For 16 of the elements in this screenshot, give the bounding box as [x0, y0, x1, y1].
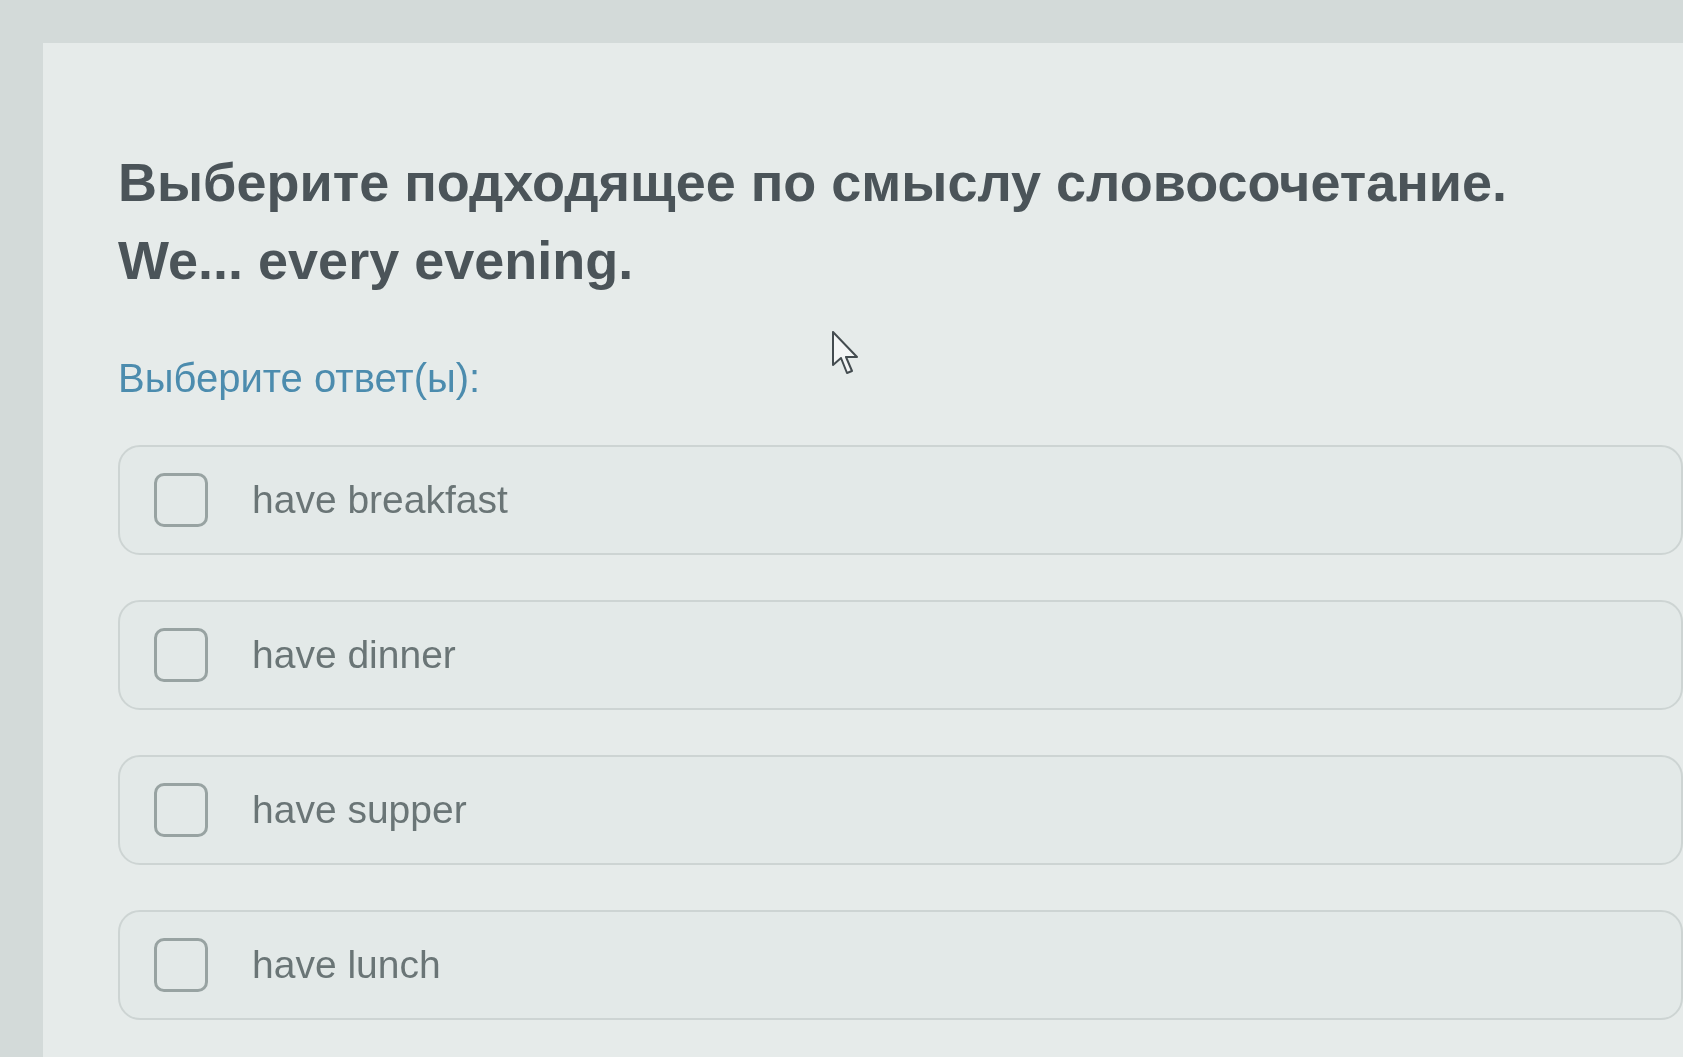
question-text: Выберите подходящее по смыслу словосочетание. [118, 151, 1508, 214]
answer-option[interactable]: have dinner [118, 600, 1683, 710]
option-label: have dinner [252, 632, 456, 678]
answer-prompt: Выберите ответ(ы): [118, 355, 481, 401]
checkbox[interactable] [154, 783, 208, 837]
option-label: have lunch [252, 942, 441, 988]
checkbox[interactable] [154, 628, 208, 682]
option-label: have breakfast [252, 477, 508, 523]
answer-option[interactable]: have lunch [118, 910, 1683, 1020]
question-text: We... every evening. [118, 229, 634, 292]
cursor-icon [832, 331, 860, 375]
option-label: have supper [252, 787, 467, 833]
checkbox[interactable] [154, 473, 208, 527]
answer-option[interactable]: have supper [118, 755, 1683, 865]
checkbox[interactable] [154, 938, 208, 992]
answer-option[interactable]: have breakfast [118, 445, 1683, 555]
